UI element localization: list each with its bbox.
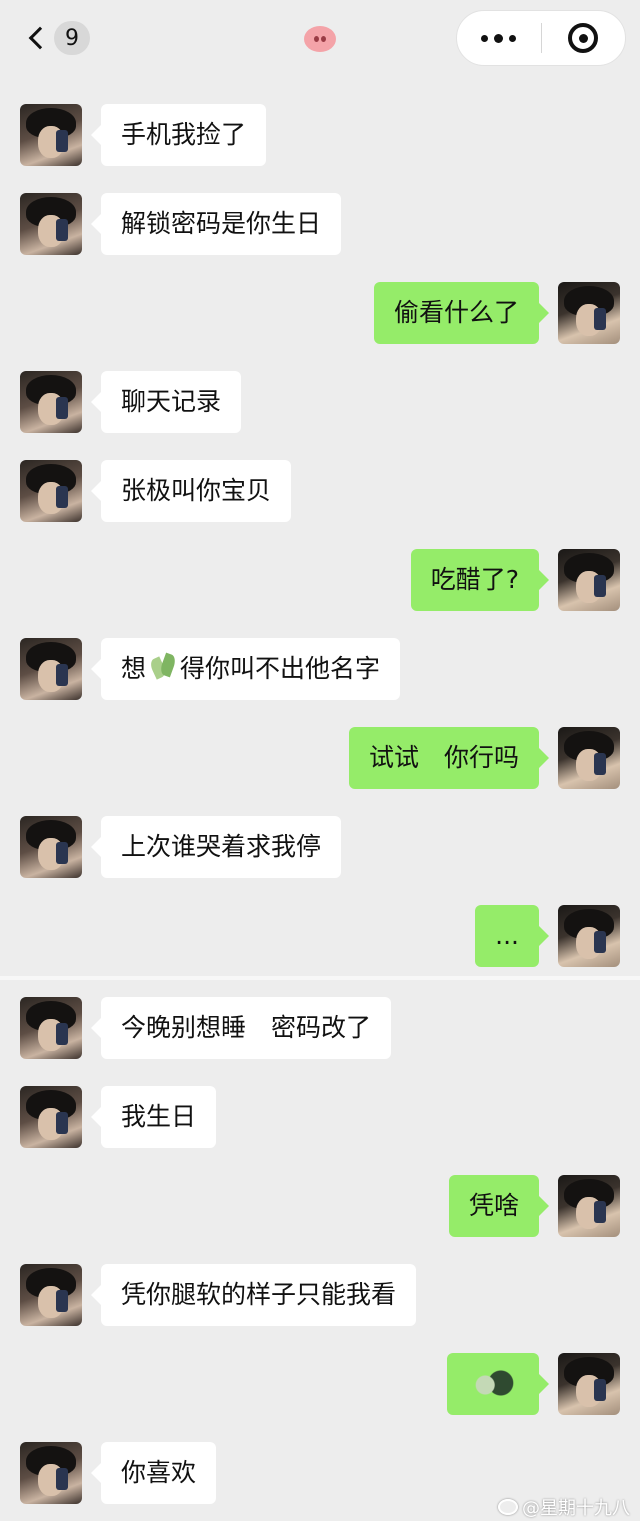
incoming-message-bubble[interactable]: 你喜欢	[90, 1442, 217, 1504]
target-close-icon	[568, 23, 599, 53]
weibo-icon	[498, 1499, 518, 1515]
outgoing-message-bubble[interactable]: 吃醋了?	[410, 549, 550, 611]
message-row: 吃醋了?	[0, 549, 640, 611]
self-avatar[interactable]	[558, 549, 620, 611]
outgoing-message-bubble[interactable]: 试试 你行吗	[348, 727, 550, 789]
unread-count-badge: 9	[54, 21, 90, 55]
back-button[interactable]: 9	[22, 18, 94, 58]
more-dot	[494, 33, 504, 43]
sender-avatar[interactable]	[20, 1264, 82, 1326]
message-row: 今晚别想睡 密码改了	[0, 997, 640, 1059]
self-avatar[interactable]	[558, 1353, 620, 1415]
sender-avatar[interactable]	[20, 997, 82, 1059]
message-row: 凭啥	[0, 1175, 640, 1237]
incoming-message-bubble[interactable]: 手机我捡了	[90, 104, 267, 166]
outgoing-sticker-bubble[interactable]	[447, 1353, 549, 1415]
self-avatar[interactable]	[558, 1175, 620, 1237]
sender-avatar[interactable]	[20, 460, 82, 522]
incoming-message-bubble[interactable]: 我生日	[90, 1086, 217, 1148]
message-row: 手机我捡了	[0, 104, 640, 166]
message-row: 解锁密码是你生日	[0, 193, 640, 255]
incoming-message-bubble[interactable]: 上次谁哭着求我停	[90, 816, 342, 878]
message-row: ...	[0, 905, 640, 967]
leaf-sticker-icon	[148, 652, 178, 682]
pig-nose-icon	[304, 26, 336, 52]
more-dot	[509, 34, 517, 42]
incoming-message-bubble[interactable]: 张极叫你宝贝	[90, 460, 292, 522]
outgoing-message-bubble[interactable]: 凭啥	[448, 1175, 550, 1237]
message-row: 我生日	[0, 1086, 640, 1148]
message-row: 偷看什么了	[0, 282, 640, 344]
incoming-message-bubble[interactable]: 聊天记录	[90, 371, 242, 433]
message-text: 想	[121, 654, 147, 683]
watermark-text: @星期十九八	[522, 1498, 630, 1519]
sender-avatar[interactable]	[20, 193, 82, 255]
mini-program-capsule	[456, 10, 626, 66]
sender-avatar[interactable]	[20, 104, 82, 166]
chevron-left-icon	[28, 26, 52, 50]
more-dots-icon	[481, 34, 489, 42]
incoming-message-bubble[interactable]: 解锁密码是你生日	[90, 193, 342, 255]
message-text: 得你叫不出他名字	[180, 654, 381, 683]
sender-avatar[interactable]	[20, 816, 82, 878]
self-avatar[interactable]	[558, 282, 620, 344]
self-avatar[interactable]	[558, 727, 620, 789]
nav-bar: 9	[0, 0, 640, 78]
close-button[interactable]	[542, 11, 626, 65]
incoming-message-bubble[interactable]: 今晚别想睡 密码改了	[90, 997, 392, 1059]
message-row: 聊天记录	[0, 371, 640, 433]
screenshot-seam	[0, 976, 640, 980]
message-row: 张极叫你宝贝	[0, 460, 640, 522]
sender-avatar[interactable]	[20, 1442, 82, 1504]
incoming-message-bubble[interactable]: 凭你腿软的样子只能我看	[90, 1264, 417, 1326]
self-avatar[interactable]	[558, 905, 620, 967]
message-row: 试试 你行吗	[0, 727, 640, 789]
sender-avatar[interactable]	[20, 371, 82, 433]
message-row: 上次谁哭着求我停	[0, 816, 640, 878]
sender-avatar[interactable]	[20, 1086, 82, 1148]
sender-avatar[interactable]	[20, 638, 82, 700]
incoming-message-bubble[interactable]: 想 得你叫不出他名字	[90, 638, 401, 700]
emoji-sticker-image	[467, 1365, 519, 1405]
message-row: 凭你腿软的样子只能我看	[0, 1264, 640, 1326]
more-button[interactable]	[457, 11, 541, 65]
watermark: @星期十九八	[498, 1494, 630, 1520]
outgoing-message-bubble[interactable]: 偷看什么了	[373, 282, 550, 344]
message-row	[0, 1353, 640, 1415]
message-row: 想 得你叫不出他名字	[0, 638, 640, 700]
outgoing-message-bubble[interactable]: ...	[475, 905, 549, 967]
